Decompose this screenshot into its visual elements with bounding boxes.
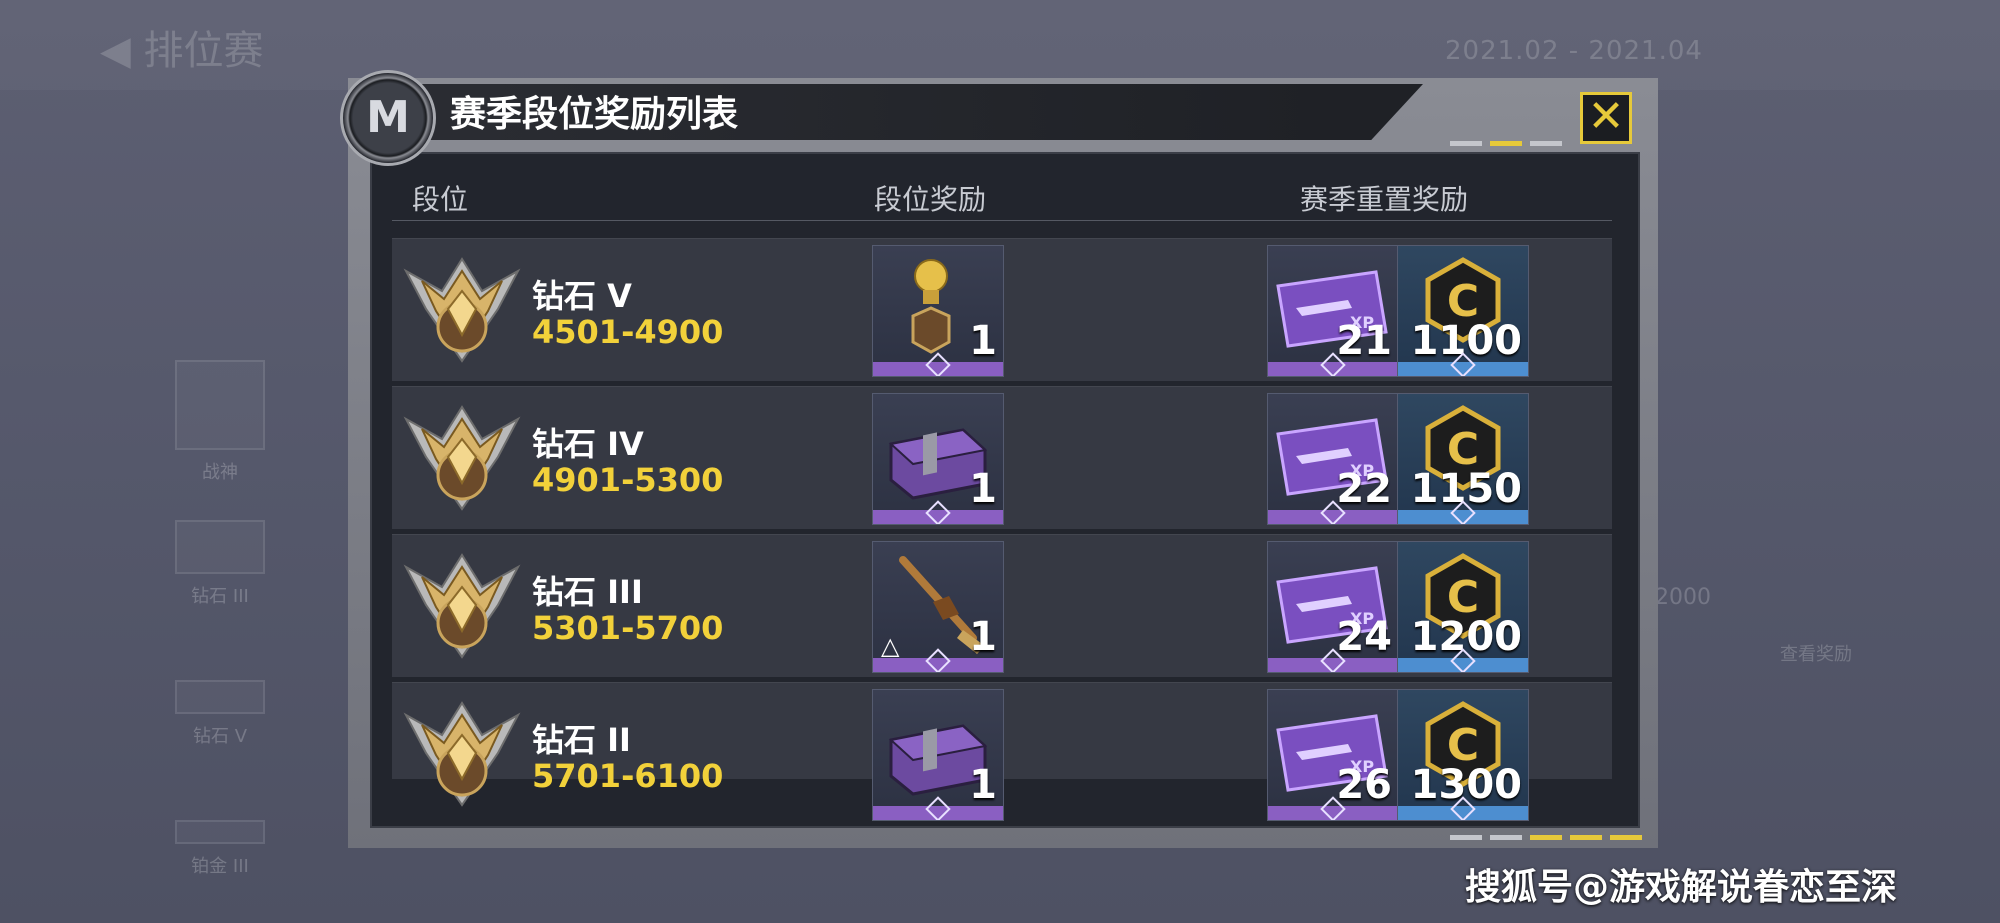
side-item-box: [175, 820, 265, 844]
rank-reward-item[interactable]: 1: [872, 689, 1004, 821]
page-dot: [1530, 141, 1562, 146]
side-item-box: [175, 680, 265, 714]
rank-score-range: 5301-5700: [532, 609, 724, 647]
scroll-dot-active: [1610, 835, 1642, 840]
bg-view-reward[interactable]: 查看奖励: [1780, 640, 1852, 666]
cod-coin-reward[interactable]: C 1200: [1397, 541, 1529, 673]
back-title[interactable]: ◀ 排位赛: [100, 18, 263, 76]
emblem-glyph: M: [366, 92, 410, 143]
cod-coin-reward[interactable]: C 1100: [1397, 245, 1529, 377]
diamond-rank-icon: [402, 399, 522, 517]
rank-name: 钻石 V: [532, 277, 632, 315]
mode-emblem-icon: M: [340, 70, 436, 166]
side-item-label: 钻石 V: [192, 726, 248, 747]
watermark: 搜狐号@游戏解说眷恋至深: [1465, 867, 1898, 908]
side-item-label: 战神: [202, 462, 238, 483]
xp-card-reward[interactable]: XP 22: [1267, 393, 1399, 525]
side-item-label: 铂金 III: [191, 856, 249, 877]
xp-card-qty: 26: [1336, 762, 1392, 808]
scroll-dot: [1490, 835, 1522, 840]
close-button[interactable]: ✕: [1580, 92, 1632, 144]
rank-reward-item[interactable]: 1: [872, 245, 1004, 377]
rank-name: 钻石 III: [532, 573, 643, 611]
bg-score: 2000: [1655, 585, 1711, 610]
xp-card-qty: 24: [1336, 614, 1392, 660]
scroll-indicator: [1450, 835, 1642, 840]
rank-reward-qty: 1: [969, 318, 997, 364]
rank-score-range: 4501-4900: [532, 313, 724, 351]
rank-row[interactable]: 钻石 IV 4901-5300 1 XP 22 C 1150: [392, 386, 1612, 529]
rank-name: 钻石 II: [532, 721, 631, 759]
side-item[interactable]: 铂金 III: [155, 820, 285, 878]
rank-reward-qty: 1: [969, 614, 997, 660]
rank-reward-item[interactable]: 1: [872, 393, 1004, 525]
rank-row[interactable]: 钻石 V 4501-4900 1 XP 21 C 1100: [392, 238, 1612, 381]
side-item-box: [175, 520, 265, 574]
xp-card-reward[interactable]: XP 24: [1267, 541, 1399, 673]
header-reset-reward: 赛季重置奖励: [1300, 183, 1469, 216]
svg-text:△: △: [881, 632, 900, 660]
header-divider: [392, 220, 1612, 221]
xp-card-reward[interactable]: XP 21: [1267, 245, 1399, 377]
rank-score-range: 4901-5300: [532, 461, 724, 499]
rank-score-range: 5701-6100: [532, 757, 724, 795]
header-rank: 段位: [412, 183, 469, 216]
cod-coin-reward[interactable]: C 1300: [1397, 689, 1529, 821]
rank-name: 钻石 IV: [532, 425, 644, 463]
xp-card-qty: 21: [1336, 318, 1392, 364]
season-range: 2021.02 - 2021.04: [1445, 36, 1703, 66]
scroll-dot: [1450, 835, 1482, 840]
rank-row[interactable]: 钻石 II 5701-6100 1 XP 26 C 1300: [392, 682, 1612, 821]
side-item-label: 钻石 III: [191, 586, 249, 607]
page-dot-active: [1490, 141, 1522, 146]
side-item[interactable]: 战神: [155, 360, 285, 484]
rank-reward-qty: 1: [969, 762, 997, 808]
side-item-box: [175, 360, 265, 450]
rank-reward-qty: 1: [969, 466, 997, 512]
diamond-rank-icon: [402, 251, 522, 369]
page-indicator: [1450, 141, 1562, 146]
scroll-dot-active: [1530, 835, 1562, 840]
xp-card-qty: 22: [1336, 466, 1392, 512]
side-item[interactable]: 钻石 V: [155, 680, 285, 748]
diamond-rank-icon: [402, 547, 522, 665]
cod-coin-reward[interactable]: C 1150: [1397, 393, 1529, 525]
table-header: 段位 段位奖励 赛季重置奖励: [370, 170, 1620, 220]
side-item[interactable]: 钻石 III: [155, 520, 285, 608]
scroll-dot-active: [1570, 835, 1602, 840]
rank-reward-item[interactable]: △ 1: [872, 541, 1004, 673]
xp-card-reward[interactable]: XP 26: [1267, 689, 1399, 821]
header-rank-reward: 段位奖励: [874, 183, 987, 216]
back-title-text: 排位赛: [143, 28, 264, 74]
dialog-title: 赛季段位奖励列表: [450, 94, 739, 135]
rank-row[interactable]: 钻石 III 5301-5700 △ 1 XP 24 C 1200: [392, 534, 1612, 677]
page-dot: [1450, 141, 1482, 146]
diamond-rank-icon: [402, 695, 522, 813]
